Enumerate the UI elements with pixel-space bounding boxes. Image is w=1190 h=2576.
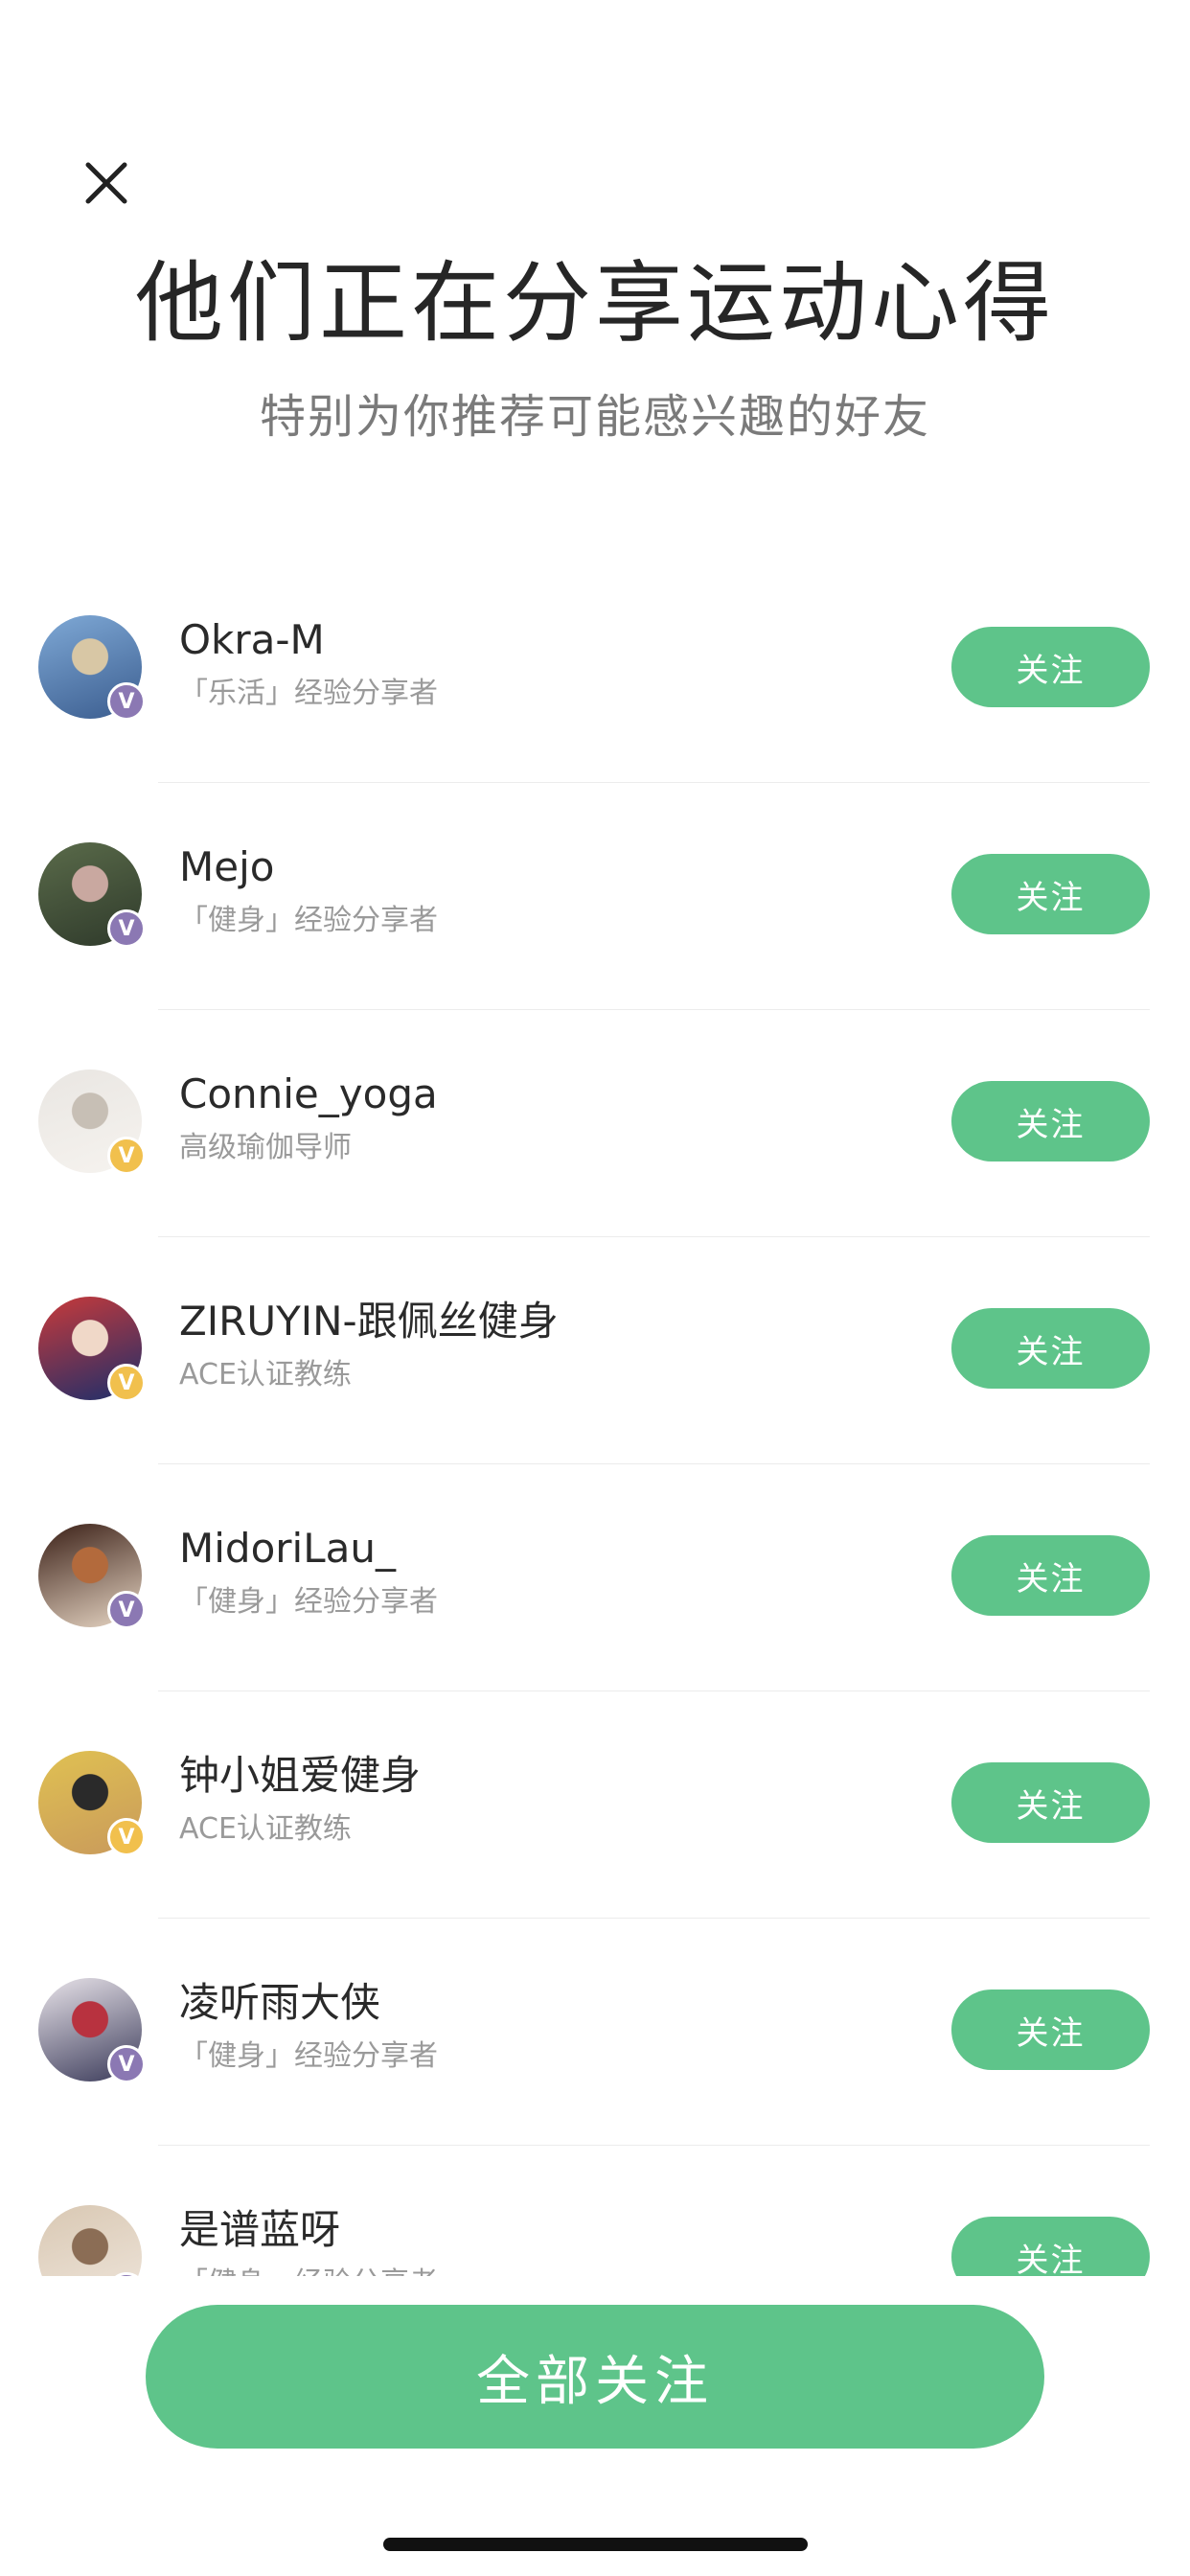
follow-button[interactable]: 关注 <box>951 1081 1150 1162</box>
close-button[interactable] <box>75 151 138 215</box>
user-description: 「健身」经验分享者 <box>179 2039 438 2073</box>
user-row[interactable]: V MidoriLau_ 「健身」经验分享者 关注 <box>0 1464 1190 1691</box>
user-name[interactable]: Mejo <box>179 840 274 894</box>
verified-badge-icon: V <box>107 909 146 948</box>
follow-all-button[interactable]: 全部关注 <box>146 2305 1044 2449</box>
user-row[interactable]: V 凌听雨大侠「健身」经验分享者 关注 <box>0 1919 1190 2146</box>
user-name[interactable]: ZIRUYIN-跟佩丝健身 <box>179 1295 559 1348</box>
verified-badge-icon: V <box>107 682 146 721</box>
user-description: 「健身」经验分享者 <box>179 1585 438 1619</box>
user-row[interactable]: V Mejo 「健身」经验分享者 关注 <box>0 783 1190 1010</box>
avatar[interactable]: V <box>38 615 146 721</box>
user-row[interactable]: V 钟小姐爱健身 ACE认证教练 关注 <box>0 1691 1190 1919</box>
page-subtitle: 特别为你推荐可能感兴趣的好友 <box>259 390 930 444</box>
avatar[interactable]: V <box>38 842 146 948</box>
user-name[interactable]: Okra-M <box>179 613 325 667</box>
verified-badge-icon: V <box>107 2045 146 2083</box>
avatar[interactable]: V <box>38 1978 146 2083</box>
user-description: 「乐活」经验分享者 <box>179 677 438 710</box>
user-name[interactable]: MidoriLau_ <box>179 1522 396 1576</box>
follow-button[interactable]: 关注 <box>951 627 1150 707</box>
user-description: 高级瑜伽导师 <box>179 1131 352 1164</box>
user-row[interactable]: V ZIRUYIN-跟佩丝健身 ACE认证教练 关注 <box>0 1237 1190 1464</box>
avatar-image <box>38 2205 142 2276</box>
verified-badge-icon: V <box>107 1818 146 1856</box>
follow-button[interactable]: 关注 <box>951 1308 1150 1389</box>
verified-badge-icon: V <box>107 1364 146 1402</box>
user-description: 「健身」经验分享者 <box>179 2265 438 2276</box>
follow-button[interactable]: 关注 <box>951 854 1150 934</box>
user-description: ACE认证教练 <box>179 1358 352 1392</box>
verified-badge-icon: V <box>107 1591 146 1629</box>
page-title: 他们正在分享运动心得 <box>134 252 1055 355</box>
close-icon <box>85 162 127 204</box>
follow-button[interactable]: 关注 <box>951 1762 1150 1843</box>
user-name[interactable]: 钟小姐爱健身 <box>179 1749 421 1803</box>
follow-button[interactable]: 关注 <box>951 1990 1150 2070</box>
user-row[interactable]: V 是谱蓝呀「健身」经验分享者 关注 <box>0 2146 1190 2276</box>
user-description: 「健身」经验分享者 <box>179 904 438 937</box>
home-indicator <box>383 2538 808 2551</box>
avatar[interactable]: V <box>38 1751 146 1856</box>
follow-button[interactable]: 关注 <box>951 1535 1150 1616</box>
avatar[interactable]: V <box>38 1524 146 1629</box>
user-description: ACE认证教练 <box>179 1812 352 1846</box>
user-row[interactable]: V Okra-M 「乐活」经验分享者 关注 <box>0 556 1190 783</box>
avatar[interactable]: V <box>38 2205 146 2276</box>
user-row[interactable]: V Connie_yoga 高级瑜伽导师 关注 <box>0 1010 1190 1237</box>
avatar[interactable]: V <box>38 1297 146 1402</box>
user-name[interactable]: 凌听雨大侠 <box>179 1976 380 2030</box>
user-name[interactable]: 是谱蓝呀 <box>179 2203 340 2257</box>
verified-badge-icon: V <box>107 1137 146 1175</box>
avatar[interactable]: V <box>38 1070 146 1175</box>
user-name[interactable]: Connie_yoga <box>179 1068 438 1121</box>
follow-button[interactable]: 关注 <box>951 2217 1150 2276</box>
recommended-users-list[interactable]: V Okra-M 「乐活」经验分享者 关注 V Mejo 「健身」经验分享者 关注 V Conni… <box>0 556 1190 2276</box>
